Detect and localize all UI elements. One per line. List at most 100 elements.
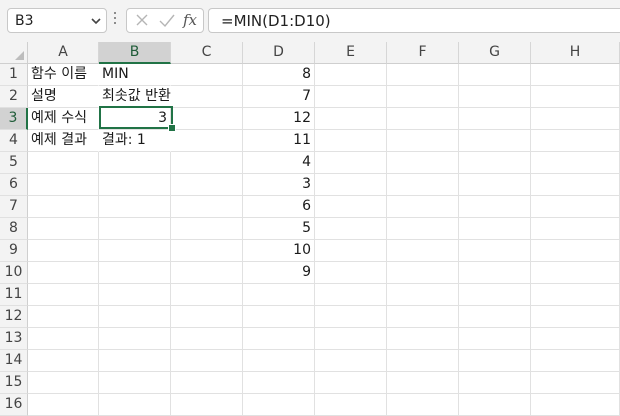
cancel-icon[interactable] <box>133 9 151 32</box>
row-header-5[interactable]: 5 <box>0 152 28 174</box>
cell-d2[interactable]: 7 <box>243 86 315 108</box>
cell-g15[interactable] <box>459 372 531 394</box>
cell-h6[interactable] <box>531 174 620 196</box>
cell-b14[interactable] <box>99 350 171 372</box>
column-header-c[interactable]: C <box>171 42 243 64</box>
row-header-6[interactable]: 6 <box>0 174 28 196</box>
cell-a7[interactable] <box>28 196 99 218</box>
cell-b9[interactable] <box>99 240 171 262</box>
row-header-10[interactable]: 10 <box>0 262 28 284</box>
cell-c14[interactable] <box>171 350 243 372</box>
cell-a13[interactable] <box>28 328 99 350</box>
cell-d8[interactable]: 5 <box>243 218 315 240</box>
select-all-corner[interactable] <box>0 42 28 64</box>
cell-g13[interactable] <box>459 328 531 350</box>
cell-d16[interactable] <box>243 394 315 416</box>
cell-e14[interactable] <box>315 350 387 372</box>
cell-g9[interactable] <box>459 240 531 262</box>
cell-d11[interactable] <box>243 284 315 306</box>
cell-c5[interactable] <box>171 152 243 174</box>
chevron-down-icon[interactable] <box>89 14 103 28</box>
cell-d7[interactable]: 6 <box>243 196 315 218</box>
cell-e16[interactable] <box>315 394 387 416</box>
cell-h1[interactable] <box>531 64 620 86</box>
cell-d1[interactable]: 8 <box>243 64 315 86</box>
row-header-1[interactable]: 1 <box>0 64 28 86</box>
worksheet-grid[interactable]: A B C D E F G H 1 함수 이름 MIN 8 2 설명 최솟값 반환 7 3 예제 수식 3 12 4 예제… <box>0 42 620 416</box>
enter-check-icon[interactable] <box>157 9 177 32</box>
cell-h15[interactable] <box>531 372 620 394</box>
cell-b4[interactable]: 결과: 1 <box>99 130 171 152</box>
cell-f5[interactable] <box>387 152 459 174</box>
cell-b8[interactable] <box>99 218 171 240</box>
formula-input[interactable]: =MIN(D1:D10) <box>208 8 620 33</box>
cell-a8[interactable] <box>28 218 99 240</box>
cell-e6[interactable] <box>315 174 387 196</box>
cell-b6[interactable] <box>99 174 171 196</box>
row-header-9[interactable]: 9 <box>0 240 28 262</box>
cell-d6[interactable]: 3 <box>243 174 315 196</box>
cell-e8[interactable] <box>315 218 387 240</box>
cell-h5[interactable] <box>531 152 620 174</box>
cell-g1[interactable] <box>459 64 531 86</box>
cell-h8[interactable] <box>531 218 620 240</box>
cell-a5[interactable] <box>28 152 99 174</box>
row-header-12[interactable]: 12 <box>0 306 28 328</box>
cell-c7[interactable] <box>171 196 243 218</box>
cell-c13[interactable] <box>171 328 243 350</box>
cell-a6[interactable] <box>28 174 99 196</box>
cell-e10[interactable] <box>315 262 387 284</box>
cell-f8[interactable] <box>387 218 459 240</box>
cell-a2[interactable]: 설명 <box>28 86 99 108</box>
cell-b15[interactable] <box>99 372 171 394</box>
cell-f2[interactable] <box>387 86 459 108</box>
cell-h16[interactable] <box>531 394 620 416</box>
row-header-2[interactable]: 2 <box>0 86 28 108</box>
cell-f12[interactable] <box>387 306 459 328</box>
cell-h3[interactable] <box>531 108 620 130</box>
cell-a1[interactable]: 함수 이름 <box>28 64 99 86</box>
cell-e2[interactable] <box>315 86 387 108</box>
cell-f4[interactable] <box>387 130 459 152</box>
cell-c10[interactable] <box>171 262 243 284</box>
cell-g12[interactable] <box>459 306 531 328</box>
cell-c16[interactable] <box>171 394 243 416</box>
cell-h10[interactable] <box>531 262 620 284</box>
cell-e3[interactable] <box>315 108 387 130</box>
cell-c2[interactable] <box>171 86 243 108</box>
cell-d4[interactable]: 11 <box>243 130 315 152</box>
cell-e7[interactable] <box>315 196 387 218</box>
row-header-16[interactable]: 16 <box>0 394 28 416</box>
cell-e4[interactable] <box>315 130 387 152</box>
cell-h13[interactable] <box>531 328 620 350</box>
cell-b13[interactable] <box>99 328 171 350</box>
cell-h2[interactable] <box>531 86 620 108</box>
insert-function-icon[interactable]: fx <box>183 11 197 29</box>
cell-a3[interactable]: 예제 수식 <box>28 108 99 130</box>
cell-g11[interactable] <box>459 284 531 306</box>
cell-d14[interactable] <box>243 350 315 372</box>
cell-b1[interactable]: MIN <box>99 64 171 86</box>
cell-e9[interactable] <box>315 240 387 262</box>
cell-g6[interactable] <box>459 174 531 196</box>
cell-b5[interactable] <box>99 152 171 174</box>
cell-a4[interactable]: 예제 결과 <box>28 130 99 152</box>
cell-c11[interactable] <box>171 284 243 306</box>
cell-c6[interactable] <box>171 174 243 196</box>
cell-e11[interactable] <box>315 284 387 306</box>
cell-d15[interactable] <box>243 372 315 394</box>
cell-f11[interactable] <box>387 284 459 306</box>
cell-d5[interactable]: 4 <box>243 152 315 174</box>
cell-g5[interactable] <box>459 152 531 174</box>
cell-g4[interactable] <box>459 130 531 152</box>
row-header-11[interactable]: 11 <box>0 284 28 306</box>
cell-a10[interactable] <box>28 262 99 284</box>
cell-e13[interactable] <box>315 328 387 350</box>
cell-g8[interactable] <box>459 218 531 240</box>
cell-h4[interactable] <box>531 130 620 152</box>
cell-d3[interactable]: 12 <box>243 108 315 130</box>
column-header-a[interactable]: A <box>28 42 99 64</box>
cell-d9[interactable]: 10 <box>243 240 315 262</box>
cell-a12[interactable] <box>28 306 99 328</box>
cell-b7[interactable] <box>99 196 171 218</box>
